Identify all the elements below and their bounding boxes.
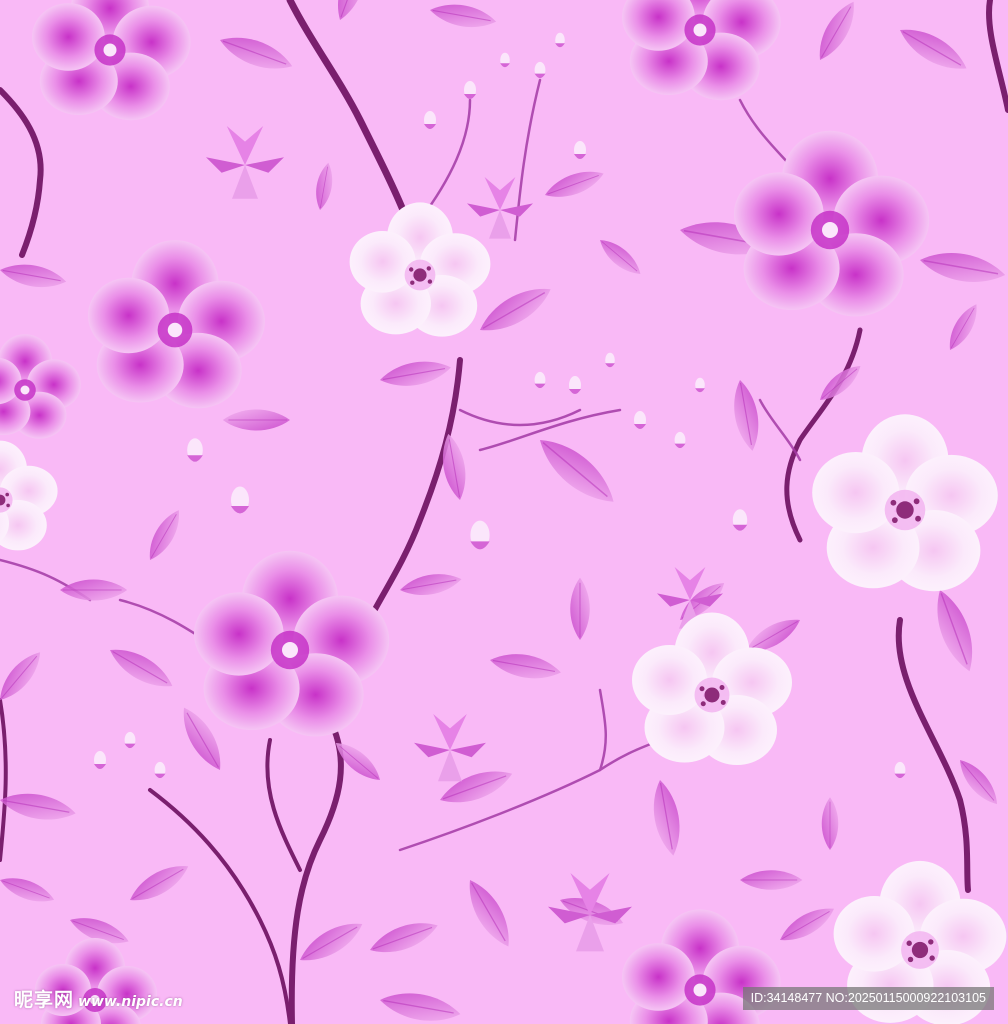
watermark-logo-text: 昵享网 [14, 989, 75, 1011]
floral-pattern-canvas: 昵享网 www.nipic.cn ID:34148477 NO:202501150… [0, 0, 1008, 1024]
watermark-url: www.nipic.cn [78, 994, 183, 1010]
image-id-banner: ID:34148477 NO:20250115000922103105 [742, 987, 994, 1010]
floral-illustration [0, 0, 1008, 1024]
watermark-logo: 昵享网 www.nipic.cn [14, 985, 183, 1012]
